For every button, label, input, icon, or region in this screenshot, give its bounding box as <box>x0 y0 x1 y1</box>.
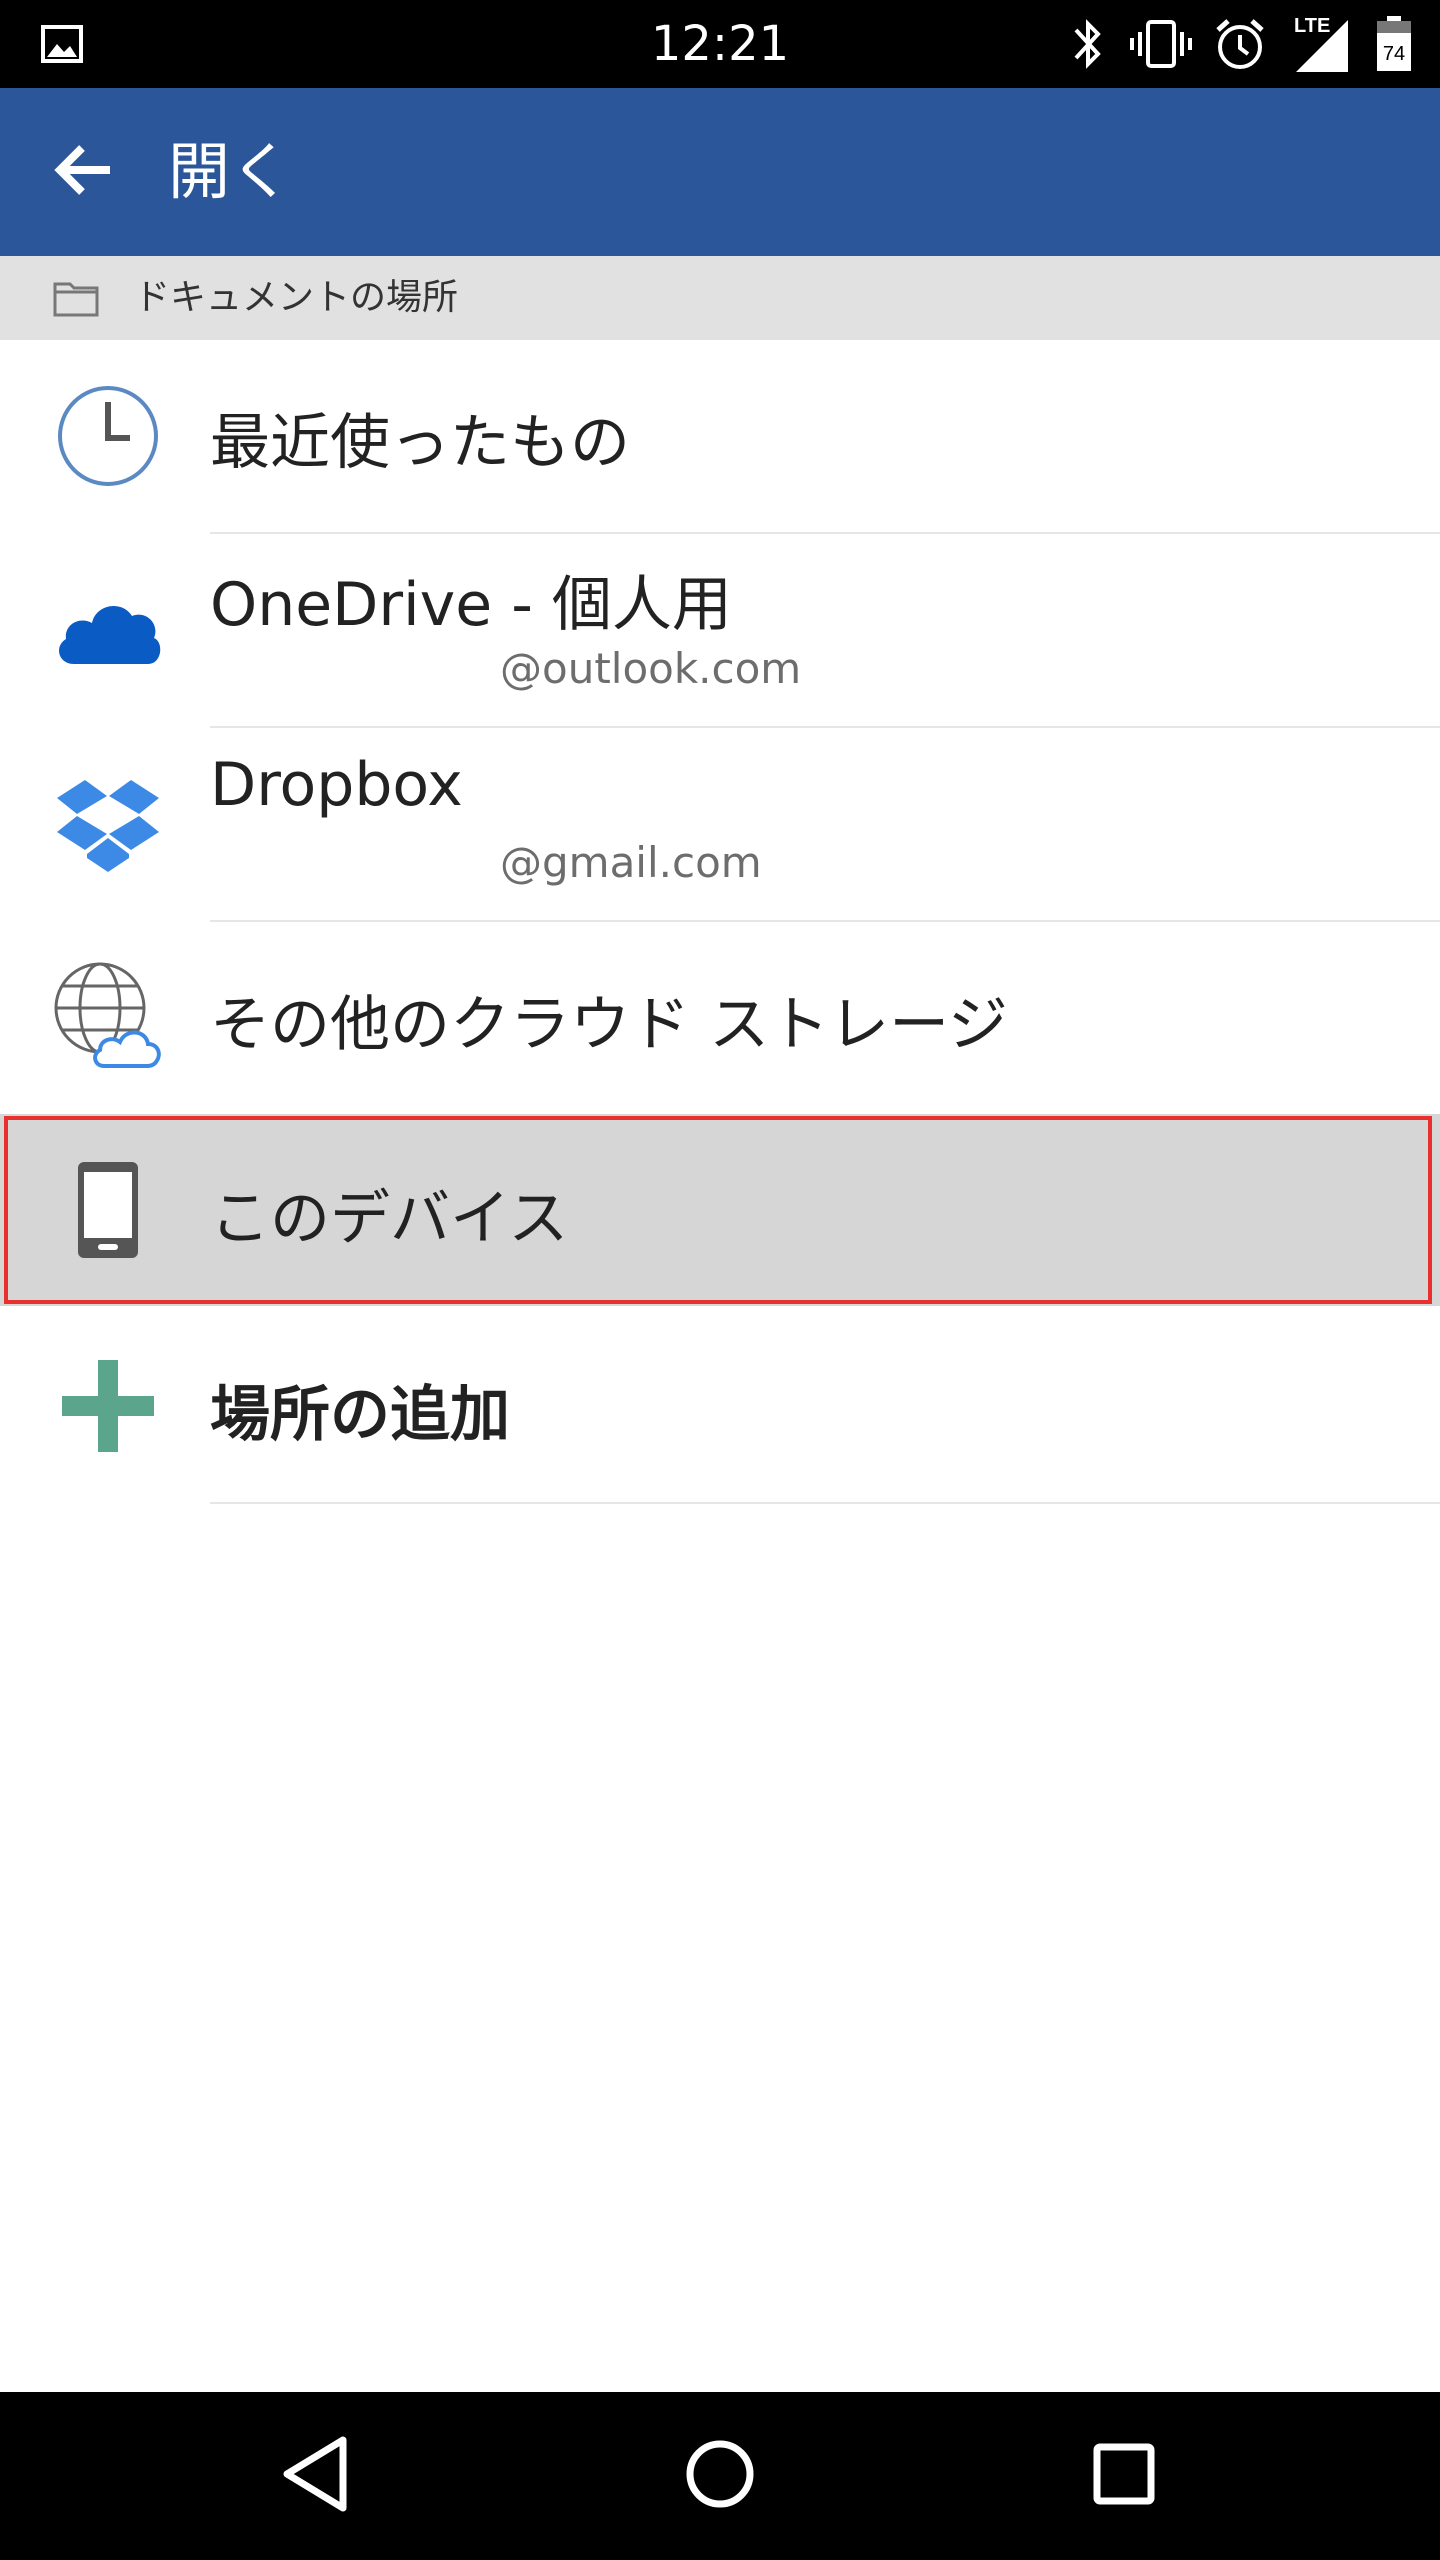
location-recent[interactable]: 最近使ったもの <box>0 340 1440 534</box>
vibrate-icon <box>1128 16 1194 76</box>
nav-recents-button[interactable] <box>1074 2426 1174 2526</box>
alarm-icon <box>1212 16 1268 76</box>
clock-icon <box>48 376 168 496</box>
add-location-button[interactable]: 場所の追加 <box>0 1308 1440 1504</box>
section-label: ドキュメントの場所 <box>134 277 459 318</box>
arrow-left-icon <box>52 138 116 206</box>
location-label: Dropbox <box>210 750 463 820</box>
folder-icon <box>52 278 100 322</box>
app-bar: 開く <box>0 88 1440 256</box>
location-label: このデバイス <box>210 1184 569 1254</box>
signal-icon: LTE <box>1292 14 1350 78</box>
onedrive-cloud-icon <box>48 570 168 690</box>
status-time: 12:21 <box>650 16 790 72</box>
battery-icon: 74 <box>1376 16 1412 76</box>
location-label: 場所の追加 <box>210 1380 510 1450</box>
account-email: @gmail.com <box>500 838 762 887</box>
svg-text:74: 74 <box>1383 43 1405 65</box>
location-dropbox[interactable]: Dropbox @gmail.com <box>0 728 1440 922</box>
home-circle-icon <box>684 2438 756 2514</box>
account-email: @outlook.com <box>500 644 802 693</box>
location-label: その他のクラウド ストレージ <box>210 990 1008 1060</box>
location-other-cloud[interactable]: その他のクラウド ストレージ <box>0 922 1440 1116</box>
globe-cloud-icon <box>48 956 168 1076</box>
location-label: 最近使ったもの <box>210 408 630 478</box>
image-icon <box>40 22 84 70</box>
location-this-device[interactable]: このデバイス <box>0 1114 1440 1306</box>
dropbox-icon <box>48 764 168 884</box>
back-triangle-icon <box>281 2434 351 2518</box>
nav-home-button[interactable] <box>670 2426 770 2526</box>
divider <box>210 1502 1440 1504</box>
bluetooth-icon <box>1068 16 1108 76</box>
location-label: OneDrive - 個人用 <box>210 570 732 640</box>
phone-icon <box>48 1150 168 1270</box>
section-header: ドキュメントの場所 <box>0 256 1440 340</box>
back-button[interactable] <box>36 124 132 220</box>
nav-back-button[interactable] <box>266 2426 366 2526</box>
navigation-bar <box>0 2392 1440 2560</box>
location-onedrive[interactable]: OneDrive - 個人用 @outlook.com <box>0 534 1440 728</box>
svg-text:LTE: LTE <box>1294 15 1330 37</box>
plus-icon <box>48 1346 168 1466</box>
page-title: 開く <box>168 135 293 208</box>
status-bar: 12:21 LTE 74 <box>0 0 1440 88</box>
recents-square-icon <box>1092 2442 1156 2510</box>
